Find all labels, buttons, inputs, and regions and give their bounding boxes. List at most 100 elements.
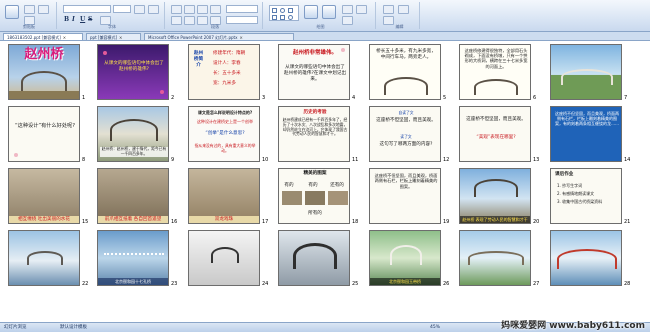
tab-document-2[interactable]: ppt [兼容模式] × bbox=[86, 33, 141, 40]
slide-thumb-28[interactable] bbox=[550, 230, 622, 286]
select-icon[interactable] bbox=[398, 5, 409, 14]
indent-icon[interactable] bbox=[197, 5, 208, 14]
close-icon[interactable]: × bbox=[63, 35, 66, 40]
slide-thumb-16[interactable]: 前爪相互抵着 各自回首遥望 bbox=[97, 168, 169, 224]
slide-number: 5 bbox=[443, 95, 447, 101]
tab-document-1[interactable]: 1863183502.ppt [兼容模式] × bbox=[3, 33, 83, 40]
ribbon: 剪贴板 B I U S 字体 段落 绘图 编辑 bbox=[0, 0, 650, 32]
editing-label: 编辑 bbox=[395, 24, 404, 29]
slide-thumb-20[interactable]: 赵州桥 表现了劳动人民的智慧和才干 bbox=[459, 168, 531, 224]
slide-thumb-8[interactable]: “这种设计”有什么好处呢? bbox=[8, 106, 80, 162]
grow-font-icon[interactable] bbox=[134, 5, 145, 14]
flower-icon bbox=[14, 153, 18, 157]
flower-icon bbox=[160, 90, 164, 94]
slide-number: 13 bbox=[533, 157, 540, 163]
slide-text: 桥长五十多米，有九米多宽，中间行车马，两旁走人。 bbox=[376, 49, 436, 60]
slide-title: 课文是怎么样说明设计特点的? bbox=[197, 110, 253, 115]
layout-icon[interactable] bbox=[38, 5, 49, 14]
slide-line: 1. 抄写生字词 bbox=[557, 183, 583, 188]
bullets-icon[interactable] bbox=[171, 5, 182, 14]
slide-number: 12 bbox=[443, 157, 450, 163]
slide-number: 16 bbox=[171, 219, 178, 225]
close-icon[interactable]: × bbox=[239, 35, 242, 40]
slide-thumb-3[interactable]: 赵州桥简介 修建年代：隋朝 设计人：李春 长：五十多米 宽：九米多 bbox=[188, 44, 260, 100]
paste-icon[interactable] bbox=[5, 5, 19, 19]
slide-thumb-15[interactable]: 相互缠绕 吐出美丽的水花 bbox=[8, 168, 80, 224]
shape-fill-icon[interactable] bbox=[342, 5, 353, 14]
slide-thumb-11[interactable]: 历史的考验 赵州桥建成已经有一千四百多年了，经历了十次水灾、八次战乱和多次地震，… bbox=[278, 106, 350, 162]
slide-thumb-17[interactable]: 双龙戏珠 bbox=[188, 168, 260, 224]
carving-image bbox=[305, 191, 325, 205]
font-name-combo[interactable] bbox=[63, 5, 111, 13]
arrange-icon[interactable] bbox=[304, 5, 318, 19]
slide-title: 赵州桥 bbox=[24, 47, 64, 62]
slide-title: 赵州桥非常雄伟。 bbox=[292, 50, 337, 56]
slide-number: 7 bbox=[624, 95, 628, 101]
slide-thumb-22[interactable] bbox=[8, 230, 80, 286]
slide-thumb-9[interactable]: 赵州桥：赵州桥，建于隋代，距今已有一千四百多年。 bbox=[97, 106, 169, 162]
bridge-image bbox=[27, 251, 63, 265]
slide-thumb-14[interactable]: 这座桥不但坚固，而且美观，桥面两侧有石栏，栏板上雕刻着精美的图案，有的刻着两条相… bbox=[550, 106, 622, 162]
bridge-image bbox=[468, 251, 524, 265]
quick-styles-icon[interactable] bbox=[322, 5, 336, 19]
close-icon[interactable]: × bbox=[119, 35, 122, 40]
text-direction-combo[interactable] bbox=[226, 5, 258, 13]
bold-button[interactable]: B bbox=[64, 16, 69, 23]
slide-number: 24 bbox=[262, 281, 269, 287]
carving-image bbox=[328, 191, 348, 205]
tab-document-3[interactable]: Microsoft Office PowerPoint 2007 幻灯片.ppt… bbox=[144, 33, 294, 40]
line-spacing-icon[interactable] bbox=[210, 5, 221, 14]
smartart-combo[interactable] bbox=[226, 16, 258, 24]
numbering-icon[interactable] bbox=[184, 5, 195, 14]
editing-group: 编辑 bbox=[380, 2, 420, 29]
slide-sorter: 赵州桥 1 从课文的哪些语句中体会出了赵州桥的雄伟? 2 赵州桥简介 修建年代：… bbox=[0, 41, 650, 322]
slide-thumb-1[interactable]: 赵州桥 bbox=[8, 44, 80, 100]
slide-thumb-27[interactable] bbox=[459, 230, 531, 286]
slide-number: 18 bbox=[352, 219, 359, 225]
slide-number: 21 bbox=[624, 219, 631, 225]
slide-thumb-2[interactable]: 从课文的哪些语句中体会出了赵州桥的雄伟? bbox=[97, 44, 169, 100]
slide-thumb-21[interactable]: 课后作业 1. 抄写生字词 2. 有感情地朗读课文 3. 收集中国古代桥梁资料 bbox=[550, 168, 622, 224]
slide-thumb-25[interactable] bbox=[278, 230, 350, 286]
clipboard-label: 剪贴板 bbox=[23, 24, 35, 29]
italic-button[interactable]: I bbox=[72, 16, 75, 23]
slide-thumb-4[interactable]: 赵州桥非常雄伟。 从课文的哪些语句中体会出了赵州桥的雄伟?在课文中划记出来。 bbox=[278, 44, 350, 100]
slide-thumb-19[interactable]: 这座桥不但坚固，而且美观，桥面两侧有石栏，栏板上雕刻着精美的图案。 bbox=[369, 168, 441, 224]
slide-number: 9 bbox=[171, 157, 175, 163]
paragraph-group: 段落 bbox=[168, 2, 263, 29]
slide-thumb-5[interactable]: 桥长五十多米，有九米多宽，中间行车马，两旁走人。 bbox=[369, 44, 441, 100]
slide-thumb-23[interactable]: 北京颐和园十七孔桥 bbox=[97, 230, 169, 286]
slide-thumb-7[interactable] bbox=[550, 44, 622, 100]
slide-line: 宽：九米多 bbox=[213, 81, 236, 86]
slide-number: 8 bbox=[82, 157, 86, 163]
paragraph-label: 段落 bbox=[211, 24, 219, 29]
bridge-image bbox=[110, 119, 158, 141]
find-icon[interactable] bbox=[383, 5, 394, 14]
zoom-level[interactable]: 45% bbox=[430, 323, 440, 332]
slide-thumb-18[interactable]: 精美的图案 有的 有的 还有的 所有的 bbox=[278, 168, 350, 224]
slide-number: 14 bbox=[624, 157, 631, 163]
clear-format-icon[interactable] bbox=[148, 5, 159, 14]
slide-thumb-26[interactable]: 北京颐和园玉带桥 bbox=[369, 230, 441, 286]
slide-number: 15 bbox=[82, 219, 89, 225]
slide-line: 指从来没有过的，具有重大意义的举动。 bbox=[194, 143, 256, 153]
slide-text: 这座桥修建得很独特，全部用石头砌成，下面没有桥墩，只有一个拱形的大桥洞，横跨在三… bbox=[464, 48, 528, 69]
slide-thumb-6[interactable]: 这座桥修建得很独特，全部用石头砌成，下面没有桥墩，只有一个拱形的大桥洞，横跨在三… bbox=[459, 44, 531, 100]
underline-button[interactable]: U bbox=[80, 16, 85, 23]
slide-thumb-10[interactable]: 课文是怎么样说明设计特点的? 这种设计在建桥史上是一个创举 “创举”是什么意思?… bbox=[188, 106, 260, 162]
slide-thumb-12[interactable]: 自读了文 这座桥不但坚固，而且美观。 读了文 这句写了哪两方面的内容? bbox=[369, 106, 441, 162]
shapes-gallery[interactable] bbox=[269, 5, 299, 21]
new-slide-icon[interactable] bbox=[24, 5, 35, 14]
slide-number: 20 bbox=[533, 219, 540, 225]
bridge-image bbox=[474, 179, 518, 197]
bridge-image bbox=[474, 79, 518, 95]
slide-thumb-24[interactable] bbox=[188, 230, 260, 286]
slide-subhead: 读了文 bbox=[400, 134, 412, 139]
slide-caption: 赵州桥 表现了劳动人民的智慧和才干 bbox=[460, 216, 530, 223]
slide-title: 课后作业 bbox=[555, 172, 574, 177]
flower-icon bbox=[103, 51, 107, 55]
font-size-combo[interactable] bbox=[113, 5, 131, 13]
slide-thumb-13[interactable]: 这座桥不但坚固，而且美观。 “美观”表现在哪里? bbox=[459, 106, 531, 162]
strike-button[interactable]: S bbox=[88, 16, 92, 23]
shape-effects-icon[interactable] bbox=[356, 5, 367, 14]
